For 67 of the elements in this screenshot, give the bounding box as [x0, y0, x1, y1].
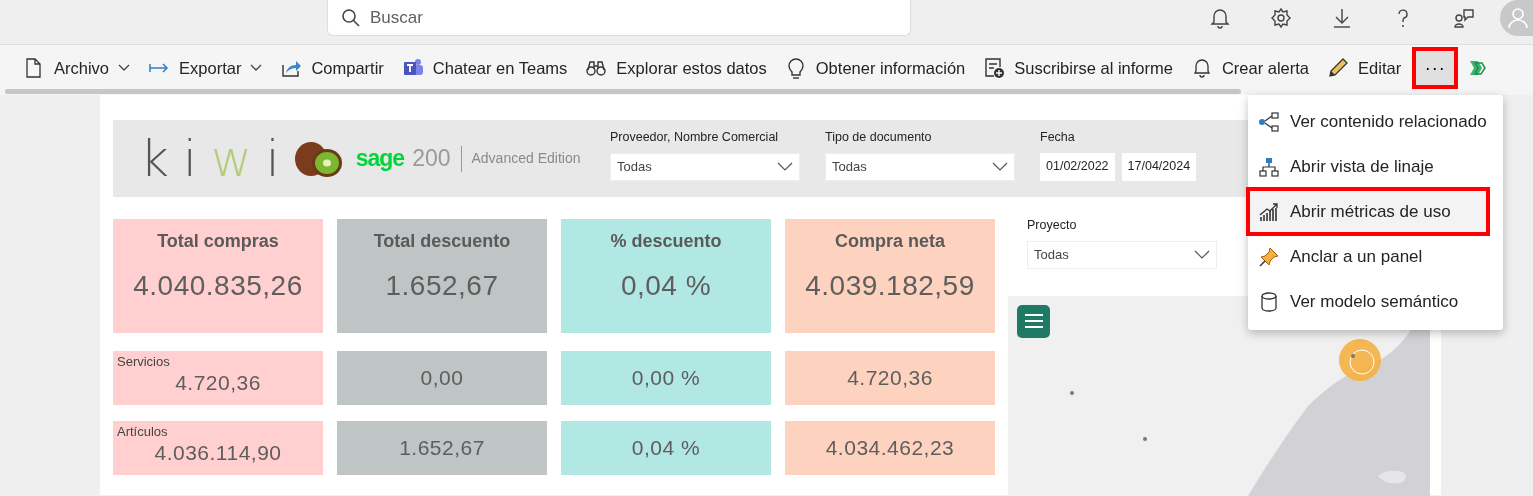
search-field[interactable]: Buscar	[327, 0, 911, 36]
pin-icon	[1258, 245, 1280, 268]
pencil-icon	[1327, 57, 1350, 79]
logo-letter: i	[265, 133, 280, 184]
logo-letter: w	[210, 133, 252, 184]
kpi-label: Servicios	[117, 353, 170, 371]
toolbar-button[interactable]: Exportar	[139, 45, 272, 91]
settings-icon[interactable]	[1269, 7, 1292, 29]
logo-letter: i	[182, 133, 197, 184]
date-field[interactable]: 17/04/2024	[1121, 152, 1197, 181]
more-button[interactable]: ···	[1414, 49, 1457, 87]
chevron-down-icon	[250, 64, 263, 72]
kpi-value: 4.036.114,90	[154, 440, 282, 467]
filter-label: Fecha	[1040, 129, 1076, 146]
notification-icon[interactable]	[1208, 7, 1231, 29]
kpi-value: 4.034.462,23	[825, 435, 955, 462]
logo-text: sage	[355, 144, 405, 174]
menu-item[interactable]: Anclar a un panel	[1248, 234, 1503, 279]
dropdown[interactable]: Todas	[610, 152, 800, 181]
kpi-title: Compra neta	[835, 230, 945, 253]
toolbar-button[interactable]: Crear alerta	[1181, 45, 1319, 91]
toolbar-button[interactable]: Obtener información	[775, 45, 975, 91]
filter-label: Proveedor, Nombre Comercial	[610, 129, 780, 146]
toolbar-button[interactable]: Archivo	[14, 45, 140, 91]
kpi-label: Artículos	[117, 423, 168, 441]
kpi-value: 4.040.835,26	[133, 269, 303, 303]
kpi-value: 0,00 %	[631, 365, 701, 392]
person-icon	[1507, 7, 1529, 29]
kpi-value: 4.720,36	[175, 370, 261, 397]
hierarchy-icon	[1258, 155, 1280, 178]
chevron-down-icon	[777, 162, 793, 172]
date-field[interactable]: 01/02/2022	[1040, 152, 1115, 181]
kpi-value: 4.039.182,59	[805, 269, 975, 303]
kpi-value: 1.652,67	[399, 435, 485, 462]
kpi-title: % descuento	[610, 230, 722, 253]
kpi-value: 0,04 %	[620, 269, 712, 303]
kpi-value: 1.652,67	[385, 269, 499, 303]
kpi-title: Total descuento	[373, 230, 511, 253]
kpi-value: 4.720,36	[847, 365, 933, 392]
kpi-title: Total compras	[157, 230, 279, 253]
chart-icon	[1258, 200, 1280, 223]
chevron-down-icon	[118, 64, 131, 72]
database-icon	[1258, 290, 1280, 313]
toolbar-button[interactable]: Explorar estos datos	[576, 45, 776, 91]
toolbar-button[interactable]: Suscribirse al informe	[974, 45, 1182, 91]
toolbar-button[interactable]: Compartir	[271, 45, 393, 91]
subscribe-icon	[983, 57, 1006, 79]
map-menu-button[interactable]	[1017, 304, 1050, 338]
menu-icon	[1023, 313, 1044, 330]
dropdown[interactable]: Todas	[825, 152, 1015, 181]
menu-item[interactable]: Ver modelo semántico	[1248, 279, 1503, 324]
logo-letter: k	[140, 133, 169, 184]
menu-item[interactable]: Abrir métricas de uso	[1248, 189, 1488, 234]
dropdown[interactable]: Todas	[1027, 240, 1217, 269]
share-nodes-icon	[1258, 110, 1280, 133]
version-text: 200	[412, 144, 451, 174]
menu-item[interactable]: Ver contenido relacionado	[1248, 99, 1503, 144]
chevron-down-icon	[1194, 250, 1210, 260]
menu-item[interactable]: Abrir vista de linaje	[1248, 144, 1503, 189]
kpi-value: 0,04 %	[631, 435, 701, 462]
edition-text: Advanced Edition	[471, 149, 581, 168]
chevron-down-icon	[992, 162, 1008, 172]
filter-label: Tipo de documento	[825, 129, 933, 146]
toolbar-button[interactable]: Editar	[1318, 45, 1411, 91]
feedback-icon[interactable]	[1452, 7, 1475, 29]
kpi-value: 0,00	[420, 365, 464, 392]
filter-label: Proyecto	[1027, 217, 1078, 234]
